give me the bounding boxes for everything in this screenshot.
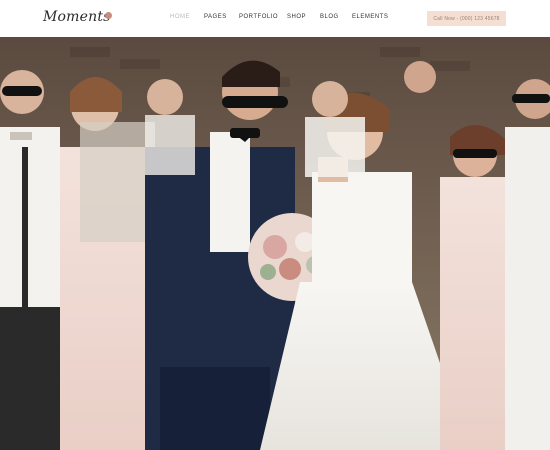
nav-item-shop[interactable]: SHOP <box>287 14 306 20</box>
hero-image-wedding-party <box>0 37 550 450</box>
nav-item-blog[interactable]: BLOG <box>320 14 339 20</box>
nav-item-home[interactable]: HOME <box>170 14 190 20</box>
nav-item-pages[interactable]: PAGES <box>204 14 227 20</box>
hero-slider <box>0 37 550 450</box>
site-logo[interactable]: Moments <box>43 9 111 25</box>
call-now-button[interactable]: Call Now - (000) 123 45678 <box>427 11 506 26</box>
site-header: Moments HOME PAGES PORTFOLIO SHOP BLOG E… <box>0 0 550 37</box>
nav-item-elements[interactable]: ELEMENTS <box>352 14 388 20</box>
nav-item-portfolio[interactable]: PORTFOLIO <box>239 14 278 20</box>
logo-heart-icon <box>105 12 112 19</box>
